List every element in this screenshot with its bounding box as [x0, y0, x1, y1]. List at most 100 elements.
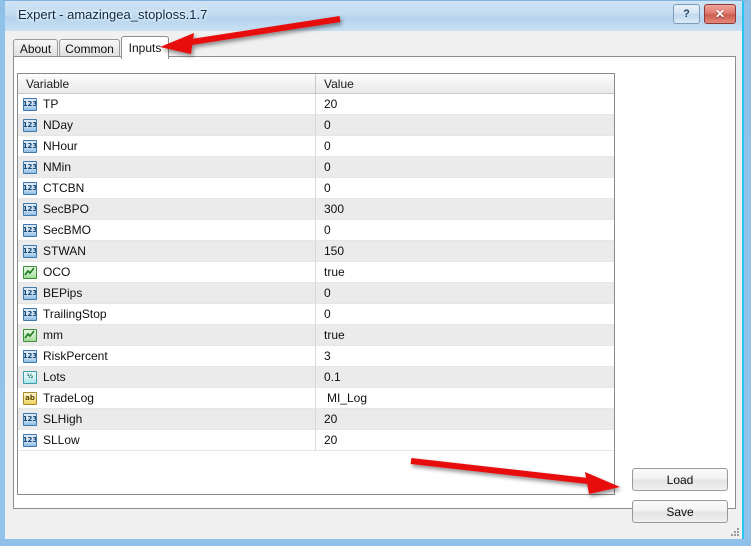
variable-name: CTCBN	[43, 181, 85, 195]
grid-row[interactable]: 123 NHour 0	[18, 136, 614, 157]
cell-value[interactable]: 0.1	[316, 367, 614, 387]
grid-row[interactable]: 123 SLLow 20	[18, 430, 614, 451]
cell-value[interactable]: 300	[316, 199, 614, 219]
cell-value[interactable]: 20	[316, 430, 614, 450]
cell-variable[interactable]: 123 BEPips	[18, 283, 316, 303]
grid-row[interactable]: 123 SecBPO 300	[18, 199, 614, 220]
grid-row[interactable]: ab TradeLog MI_Log	[18, 388, 614, 409]
dialog-client-area: About Common Inputs Variable Value 123 TP…	[5, 31, 744, 539]
grid-row[interactable]: 123 TrailingStop 0	[18, 304, 614, 325]
cell-value[interactable]: 150	[316, 241, 614, 261]
grid-header-row: Variable Value	[18, 74, 614, 94]
int-type-icon: 123	[23, 286, 37, 300]
grid-row[interactable]: 123 TP 20	[18, 94, 614, 115]
close-button[interactable]: ✕	[704, 4, 736, 24]
cell-variable[interactable]: 123 SLHigh	[18, 409, 316, 429]
tab-inputs[interactable]: Inputs	[121, 36, 169, 59]
int-type-icon: 123	[23, 244, 37, 258]
save-button[interactable]: Save	[632, 500, 728, 523]
cell-value[interactable]: 0	[316, 220, 614, 240]
variable-name: Lots	[43, 370, 66, 384]
bool-type-icon	[23, 328, 37, 342]
window-right-glass-edge	[742, 1, 744, 539]
variable-name: TrailingStop	[43, 307, 107, 321]
variable-name: OCO	[43, 265, 71, 279]
cell-value[interactable]: true	[316, 325, 614, 345]
cell-value[interactable]: 20	[316, 94, 614, 114]
grid-row[interactable]: 123 BEPips 0	[18, 283, 614, 304]
cell-value[interactable]: MI_Log	[316, 388, 614, 408]
cell-variable[interactable]: OCO	[18, 262, 316, 282]
variable-name: BEPips	[43, 286, 83, 300]
grid-row[interactable]: 123 NDay 0	[18, 115, 614, 136]
dialog-window: Expert - amazingea_stoploss.1.7 ? ✕ Abou…	[0, 0, 751, 546]
grid-row[interactable]: 123 STWAN 150	[18, 241, 614, 262]
title-bar[interactable]: Expert - amazingea_stoploss.1.7 ? ✕	[5, 1, 744, 31]
cell-variable[interactable]: 123 NDay	[18, 115, 316, 135]
int-type-icon: 123	[23, 412, 37, 426]
grid-row[interactable]: ½ Lots 0.1	[18, 367, 614, 388]
cell-variable[interactable]: mm	[18, 325, 316, 345]
cell-variable[interactable]: 123 TP	[18, 94, 316, 114]
variable-name: TP	[43, 97, 59, 111]
tab-inputs-label: Inputs	[128, 41, 162, 55]
variable-name: RiskPercent	[43, 349, 108, 363]
grid-row[interactable]: 123 CTCBN 0	[18, 178, 614, 199]
ok-button[interactable]: OK	[505, 540, 577, 546]
cell-variable[interactable]: 123 SecBPO	[18, 199, 316, 219]
int-type-icon: 123	[23, 181, 37, 195]
variable-name: TradeLog	[43, 391, 94, 405]
cell-value[interactable]: 3	[316, 346, 614, 366]
cell-value[interactable]: 0	[316, 157, 614, 177]
int-type-icon: 123	[23, 202, 37, 216]
variable-name: SecBPO	[43, 202, 90, 216]
cell-value[interactable]: 0	[316, 136, 614, 156]
grid-row[interactable]: 123 SLHigh 20	[18, 409, 614, 430]
grid-row[interactable]: 123 RiskPercent 3	[18, 346, 614, 367]
cell-variable[interactable]: 123 TrailingStop	[18, 304, 316, 324]
cell-value[interactable]: 0	[316, 178, 614, 198]
column-header-variable[interactable]: Variable	[18, 74, 316, 93]
int-type-icon: 123	[23, 118, 37, 132]
variable-name: mm	[43, 328, 63, 342]
column-header-value[interactable]: Value	[316, 74, 614, 93]
int-type-icon: 123	[23, 307, 37, 321]
int-type-icon: 123	[23, 97, 37, 111]
reset-button[interactable]: Reset	[667, 540, 739, 546]
inputs-grid[interactable]: Variable Value 123 TP 20 123 NDay 0 123 NHour 0 1…	[17, 73, 615, 495]
variable-name: NDay	[43, 118, 74, 132]
cell-variable[interactable]: ab TradeLog	[18, 388, 316, 408]
tab-common-label: Common	[65, 42, 114, 56]
cell-value[interactable]: 20	[316, 409, 614, 429]
int-type-icon: 123	[23, 433, 37, 447]
cell-value[interactable]: 0	[316, 304, 614, 324]
int-type-icon: 123	[23, 223, 37, 237]
cell-variable[interactable]: 123 RiskPercent	[18, 346, 316, 366]
grid-row[interactable]: 123 NMin 0	[18, 157, 614, 178]
cell-value[interactable]: 0	[316, 283, 614, 303]
cell-value[interactable]: true	[316, 262, 614, 282]
variable-name: NHour	[43, 139, 78, 153]
grid-row[interactable]: mm true	[18, 325, 614, 346]
cell-variable[interactable]: 123 SLLow	[18, 430, 316, 450]
grid-body: 123 TP 20 123 NDay 0 123 NHour 0 123 NMin 0 123 CTCBN…	[18, 94, 614, 451]
cell-variable[interactable]: 123 SecBMO	[18, 220, 316, 240]
cell-variable[interactable]: 123 STWAN	[18, 241, 316, 261]
cancel-button[interactable]: Cancel	[586, 540, 658, 546]
resize-grip[interactable]	[729, 526, 741, 538]
load-button[interactable]: Load	[632, 468, 728, 491]
int-type-icon: 123	[23, 160, 37, 174]
variable-name: SecBMO	[43, 223, 92, 237]
help-button[interactable]: ?	[673, 4, 700, 24]
load-button-label: Load	[666, 472, 694, 487]
cell-variable[interactable]: 123 NMin	[18, 157, 316, 177]
grid-row[interactable]: OCO true	[18, 262, 614, 283]
save-button-label: Save	[666, 504, 694, 519]
cell-variable[interactable]: 123 NHour	[18, 136, 316, 156]
grid-row[interactable]: 123 SecBMO 0	[18, 220, 614, 241]
variable-name: STWAN	[43, 244, 86, 258]
cell-value[interactable]: 0	[316, 115, 614, 135]
cell-variable[interactable]: ½ Lots	[18, 367, 316, 387]
cell-variable[interactable]: 123 CTCBN	[18, 178, 316, 198]
variable-name: NMin	[43, 160, 72, 174]
